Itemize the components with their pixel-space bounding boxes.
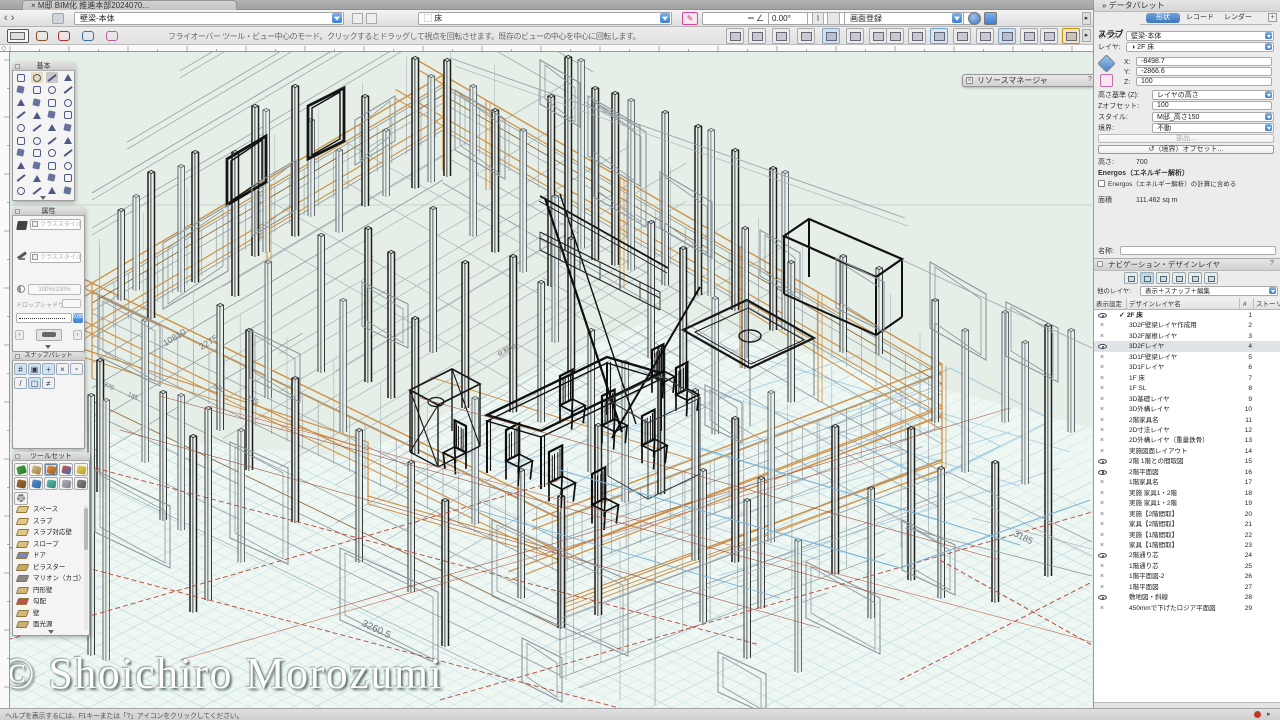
svg-text:10810: 10810 [161,327,188,348]
svg-text:185: 185 [126,391,139,402]
